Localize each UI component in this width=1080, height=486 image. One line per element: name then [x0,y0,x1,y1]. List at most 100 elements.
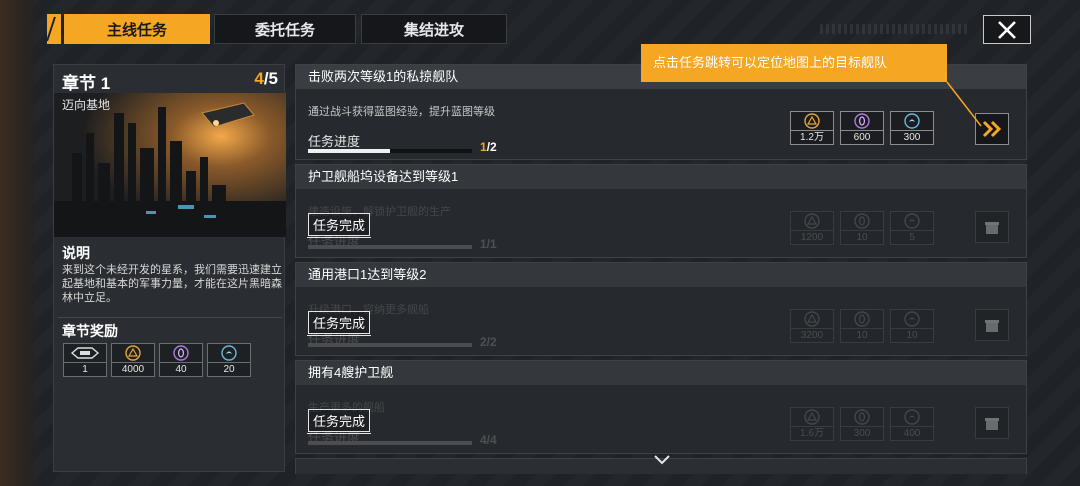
tab-main-quests[interactable]: 主线任务 [64,14,210,44]
quest-reward-value: 5 [890,231,934,245]
quest-reward: 300 [840,407,884,441]
quest-progress-bar [308,441,472,445]
quest-reward: 1.6万 [790,407,834,441]
quest-reward-value: 300 [890,131,934,145]
quest-complete-stamp: 任务完成 [306,213,372,238]
chevron-down-icon [654,455,670,465]
ship-icon [63,343,107,363]
collect-reward-button [975,309,1009,341]
quest-progress-fill [308,343,472,347]
quest-reward: 10 [840,211,884,245]
divider [58,317,282,318]
quest-title: 拥有4艘护卫舰 [296,361,1026,385]
quest-reward-value: 1200 [790,231,834,245]
quest-progress-fill [308,245,472,249]
crystal-resource-icon [840,309,884,329]
chapter-progress: 4/5 [254,69,278,89]
hint-tooltip: 点击任务跳转可以定位地图上的目标舰队 [641,44,947,82]
quest-reward: 300 [890,111,934,145]
quest-rewards: 1200 10 5 [790,211,934,245]
crystal-resource-icon [159,343,203,363]
quest-progress-fill [308,441,472,445]
left-edge-decoration [0,0,40,486]
reward-value: 4000 [111,363,155,377]
gas-resource-icon [890,407,934,427]
chapter-title: 章节 1 [62,74,111,93]
reward-item[interactable]: 20 [207,343,251,377]
quest-reward: 10 [890,309,934,343]
quest-progress-label: 任务进度 [308,134,361,149]
chapter-progress-total: /5 [263,69,278,88]
gas-resource-icon [890,111,934,131]
quest-progress-total: /2 [486,140,497,154]
quest-reward: 600 [840,111,884,145]
gas-resource-icon [890,211,934,231]
reward-item[interactable]: 40 [159,343,203,377]
chapter-progress-current: 4 [254,69,264,88]
quest-item[interactable]: 护卫舰船坞设备达到等级1 建造设施，解锁护卫舰的生产 任务进度 1/1 1200… [295,164,1027,258]
quest-reward-value: 10 [890,329,934,343]
quest-rewards: 1.6万 300 400 [790,407,934,441]
quest-reward-value: 300 [840,427,884,441]
description-title: 说明 [62,245,90,261]
quest-reward-value: 10 [840,329,884,343]
quest-progress-bar [308,343,472,347]
quest-reward: 5 [890,211,934,245]
close-icon [998,20,1016,39]
crystal-resource-icon [840,211,884,231]
reward-value: 40 [159,363,203,377]
scroll-down-indicator [653,453,671,471]
tab-decoration [47,14,61,44]
quest-reward: 1200 [790,211,834,245]
quest-progress-value: 1/2 [480,140,497,154]
chapter-illustration [54,93,286,237]
quest-list[interactable]: 击败两次等级1的私掠舰队 通过战斗获得蓝图经验，提升蓝图等级 任务进度 1/2 … [295,64,1027,474]
tooltip-pointer-line [946,81,982,127]
quest-rewards: 3200 10 10 [790,309,934,343]
quest-reward: 3200 [790,309,834,343]
chapter-panel: 章节 1 4/5 迈向基地 说明 来到这个未经开发的星系，我们需要迅速建立起基地… [53,64,286,472]
quest-progress-fill [308,149,390,153]
close-button[interactable] [983,15,1031,44]
quest-reward: 400 [890,407,934,441]
quest-reward-value: 1.6万 [790,427,834,441]
gift-icon [985,222,999,234]
tab-rally-attack[interactable]: 集结进攻 [361,14,507,44]
quest-reward-value: 600 [840,131,884,145]
header-decoration [820,24,970,34]
gift-icon [985,320,999,332]
chapter-subtitle: 迈向基地 [62,98,111,112]
quest-reward-value: 400 [890,427,934,441]
reward-value: 20 [207,363,251,377]
quest-progress-value: 1/1 [480,237,497,251]
quest-progress-value: 2/2 [480,335,497,349]
reward-item[interactable]: 1 [63,343,107,377]
quest-complete-stamp: 任务完成 [306,311,372,336]
description-text: 来到这个未经开发的星系，我们需要迅速建立起基地和基本的军事力量，才能在这片黑暗森… [62,264,282,304]
quest-reward: 10 [840,309,884,343]
triangle-resource-icon [111,343,155,363]
triangle-resource-icon [790,211,834,231]
quest-reward: 1.2万 [790,111,834,145]
quest-complete-stamp: 任务完成 [306,409,372,434]
quest-reward-value: 10 [840,231,884,245]
chapter-rewards: 1 4000 40 20 [63,343,251,377]
quest-progress-bar [308,245,472,249]
quest-reward-value: 3200 [790,329,834,343]
collect-reward-button [975,211,1009,243]
quest-description: 通过战斗获得蓝图经验，提升蓝图等级 [308,106,495,118]
quest-title: 护卫舰船坞设备达到等级1 [296,165,1026,189]
gas-resource-icon [890,309,934,329]
reward-value: 1 [63,363,107,377]
quest-progress-bar [308,149,472,153]
quest-item[interactable]: 通用港口1达到等级2 升级港口，容纳更多舰船 任务进度 2/2 3200 10 … [295,262,1027,356]
reward-item[interactable]: 4000 [111,343,155,377]
collect-reward-button [975,407,1009,439]
quest-title: 通用港口1达到等级2 [296,263,1026,287]
tab-commission-quests[interactable]: 委托任务 [214,14,356,44]
triangle-resource-icon [790,111,834,131]
triangle-resource-icon [790,309,834,329]
crystal-resource-icon [840,111,884,131]
quest-item[interactable]: 拥有4艘护卫舰 生产更多的舰船 任务进度 4/4 1.6万 300 400 任务… [295,360,1027,454]
quest-reward-value: 1.2万 [790,131,834,145]
